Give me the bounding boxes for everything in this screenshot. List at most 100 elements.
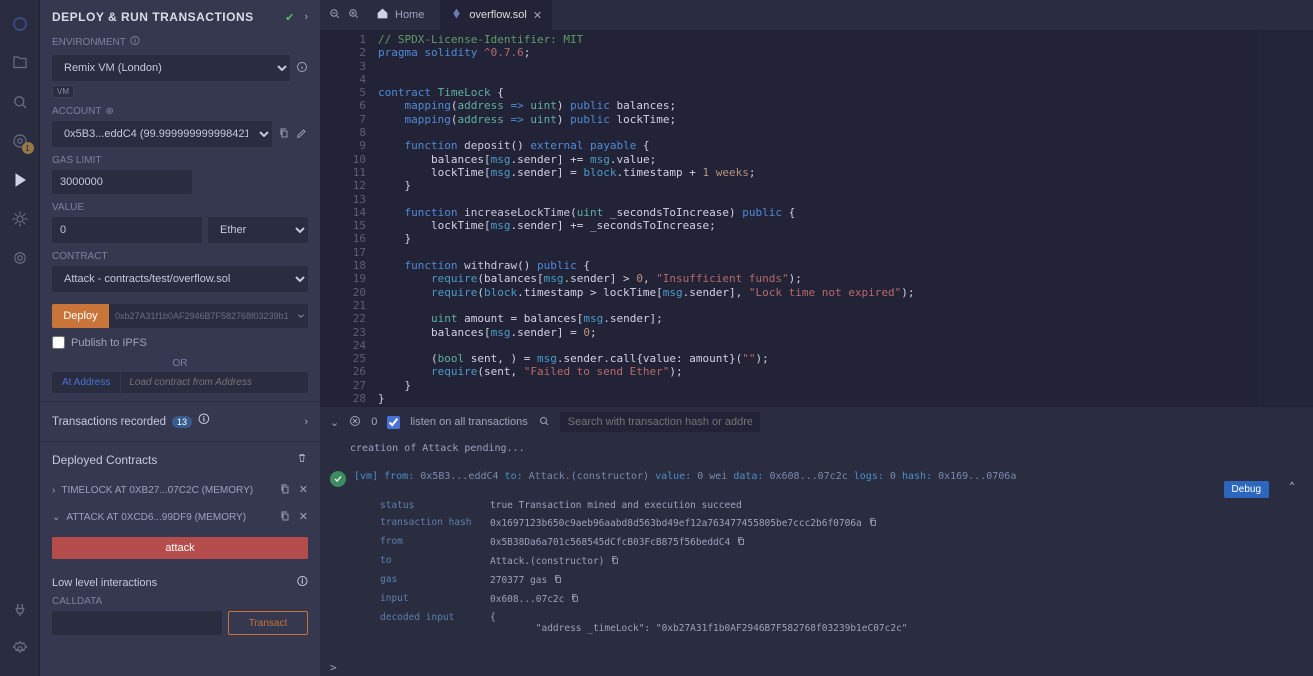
deployed-item-label: TIMELOCK AT 0XB27...07C2C (MEMORY) (61, 485, 253, 496)
vm-chip: VM (52, 85, 74, 98)
account-select[interactable]: 0x5B3...eddC4 (99.999999999998421895 (52, 121, 272, 147)
tab-label: Home (395, 9, 424, 21)
copy-icon[interactable] (570, 593, 580, 606)
at-address-input[interactable] (120, 372, 308, 393)
environment-label: ENVIRONMENT 🛈 (52, 34, 308, 51)
chevron-right-icon[interactable]: › (304, 416, 308, 428)
transactions-recorded-row[interactable]: Transactions recorded 13 🛈 › (40, 401, 320, 442)
remix-logo-icon[interactable] (11, 15, 29, 36)
search-icon[interactable] (538, 415, 550, 430)
deploy-panel: DEPLOY & RUN TRANSACTIONS ✔ › ENVIRONMEN… (40, 0, 320, 676)
transact-button[interactable]: Transact (228, 611, 308, 635)
clear-icon[interactable] (349, 415, 361, 430)
info-icon[interactable]: 🛈 (198, 412, 210, 431)
debugger-icon[interactable] (11, 210, 29, 231)
env-info-icon[interactable] (296, 61, 308, 76)
value-unit-select[interactable]: Ether (208, 217, 308, 243)
terminal-output[interactable]: creation of Attack pending... [vm] from:… (320, 437, 1313, 659)
deployed-item-label: ATTACK AT 0XCD6...99DF9 (MEMORY) (66, 512, 246, 523)
copy-icon[interactable] (279, 510, 291, 525)
zoom-out-icon[interactable] (328, 7, 341, 23)
settings-icon[interactable] (11, 640, 29, 661)
info-icon[interactable]: 🛈 (297, 573, 308, 592)
gaslimit-label: GAS LIMIT (52, 155, 308, 166)
log-vm-line: [vm] from: 0x5B3...eddC4 to: Attack.(con… (354, 471, 1016, 482)
copy-icon[interactable] (610, 555, 620, 568)
tab-bar: Home overflow.sol ✕ (320, 0, 1313, 30)
trash-all-icon[interactable] (296, 452, 308, 467)
zoom-in-icon[interactable] (347, 7, 360, 23)
tx-details-table: statustrue Transaction mined and executi… (380, 497, 1303, 637)
value-input[interactable] (52, 217, 202, 243)
tx-count-badge: 13 (172, 416, 192, 428)
search-nav-icon[interactable] (11, 93, 29, 114)
listen-checkbox[interactable] (387, 416, 400, 429)
terminal-toolbar: ⌄ 0 listen on all transactions (320, 407, 1313, 437)
success-icon (330, 471, 346, 487)
collapse-log-icon[interactable]: ⌃ (1289, 481, 1295, 492)
debug-button[interactable]: Debug (1224, 481, 1269, 498)
gaslimit-input[interactable] (52, 170, 192, 194)
log-pending: creation of Attack pending... (350, 441, 1303, 456)
tx-recorded-label: Transactions recorded (52, 416, 166, 428)
code-editor[interactable]: 1234567891011121314151617181920212223242… (320, 30, 1313, 406)
edit-account-icon[interactable] (296, 127, 308, 142)
contract-select[interactable]: Attack - contracts/test/overflow.sol (52, 266, 308, 292)
pending-count: 0 (371, 416, 377, 428)
deploy-run-icon[interactable] (11, 171, 29, 192)
panel-title: DEPLOY & RUN TRANSACTIONS (52, 10, 254, 24)
or-divider: OR (40, 355, 320, 372)
deploy-address-input[interactable]: 0xb27A31f1b0AF2946B7F582768f03239b1 (109, 304, 295, 328)
calldata-input[interactable] (52, 611, 222, 635)
compiler-icon[interactable]: 1 (11, 132, 29, 153)
chevron-right-icon[interactable]: › (52, 485, 55, 496)
copy-icon[interactable] (279, 483, 291, 498)
file-explorer-icon[interactable] (11, 54, 29, 75)
close-icon[interactable]: ✕ (299, 510, 308, 525)
calldata-label: CALLDATA (52, 596, 308, 607)
attack-button[interactable]: attack (52, 537, 308, 559)
deployed-item-timelock[interactable]: › TIMELOCK AT 0XB27...07C2C (MEMORY) ✕ (40, 477, 320, 504)
at-address-button[interactable]: At Address (52, 372, 120, 393)
left-icon-bar: 1 (0, 0, 40, 676)
chevron-right-icon[interactable]: › (304, 11, 308, 23)
terminal-prompt[interactable]: > (320, 659, 1313, 676)
plugin-icon[interactable] (11, 249, 29, 270)
publish-ipfs-label: Publish to IPFS (71, 337, 147, 349)
listen-label: listen on all transactions (410, 416, 527, 428)
copy-icon[interactable] (736, 536, 746, 549)
deploy-expand-icon[interactable] (295, 304, 308, 328)
tab-overflow[interactable]: overflow.sol ✕ (440, 0, 552, 30)
warning-badge: 1 (22, 142, 34, 154)
plug-icon[interactable] (11, 601, 29, 622)
solidity-file-icon (450, 7, 463, 23)
publish-ipfs-checkbox[interactable] (52, 336, 65, 349)
terminal-search-input[interactable] (560, 412, 760, 432)
check-icon[interactable]: ✔ (285, 11, 294, 24)
deploy-button[interactable]: Deploy (52, 304, 109, 328)
minimap[interactable] (1258, 30, 1313, 406)
contract-label: CONTRACT (52, 251, 308, 262)
account-label: ACCOUNT ⊕ (52, 106, 308, 117)
code-content[interactable]: // SPDX-License-Identifier: MITpragma so… (378, 30, 1258, 406)
low-level-interactions-label: Low level interactions (52, 577, 157, 589)
copy-account-icon[interactable] (278, 127, 290, 142)
plus-icon[interactable]: ⊕ (105, 106, 113, 117)
home-icon (376, 7, 389, 23)
deployed-contracts-label: Deployed Contracts (52, 453, 157, 467)
environment-select[interactable]: Remix VM (London) (52, 55, 290, 81)
chevron-down-icon[interactable]: ⌄ (52, 512, 60, 523)
deployed-item-attack[interactable]: ⌄ ATTACK AT 0XCD6...99DF9 (MEMORY) ✕ (40, 504, 320, 531)
tab-label: overflow.sol (469, 9, 526, 21)
terminal: ⌄ 0 listen on all transactions creation … (320, 406, 1313, 676)
tab-home[interactable]: Home (366, 0, 434, 30)
line-gutter: 1234567891011121314151617181920212223242… (320, 30, 378, 406)
value-label: VALUE (52, 202, 308, 213)
copy-icon[interactable] (553, 574, 563, 587)
close-tab-icon[interactable]: ✕ (533, 9, 542, 22)
close-icon[interactable]: ✕ (299, 483, 308, 498)
chevron-toggle-icon[interactable]: ⌄ (330, 416, 339, 429)
copy-icon[interactable] (868, 517, 878, 530)
main-area: Home overflow.sol ✕ 12345678910111213141… (320, 0, 1313, 676)
info-icon[interactable]: 🛈 (130, 34, 140, 51)
